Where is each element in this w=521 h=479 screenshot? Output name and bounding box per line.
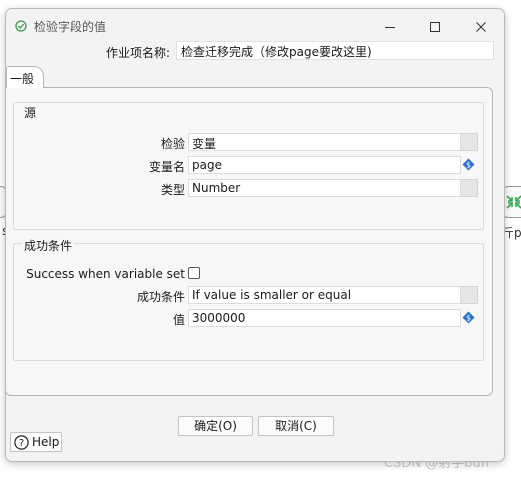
check-select[interactable]: 变量 [188, 133, 461, 151]
variable-name-label: 变量名 [148, 160, 185, 174]
success-when-variable-set-label: Success when variable set [26, 267, 185, 281]
success-group-legend: 成功条件 [22, 237, 75, 254]
source-group-legend: 源 [22, 104, 39, 121]
job-entry-name-label: 作业项名称: [106, 46, 171, 60]
title-bar[interactable]: 检验字段的值 [6, 9, 504, 45]
variable-insert-icon[interactable]: $ [462, 311, 475, 324]
job-entry-name-input[interactable]: 检查迁移完成（修改page要改这里) [176, 41, 494, 60]
svg-text:?: ? [19, 438, 24, 449]
variable-insert-icon[interactable]: $ [462, 158, 475, 171]
close-icon [476, 22, 486, 32]
help-button[interactable]: ? Help [10, 432, 62, 452]
value-input[interactable]: 3000000 [188, 309, 461, 327]
collapse-arrows-icon [506, 195, 521, 209]
close-button[interactable] [462, 15, 500, 39]
success-when-variable-set-checkbox[interactable] [188, 267, 200, 279]
check-dropdown-button[interactable] [461, 133, 478, 151]
success-condition-select[interactable]: If value is smaller or equal [188, 286, 461, 304]
help-icon: ? [14, 435, 29, 450]
maximize-button[interactable] [416, 15, 454, 39]
type-dropdown-button[interactable] [461, 179, 478, 197]
value-label: 值 [172, 313, 185, 327]
svg-text:$: $ [466, 160, 471, 169]
window-title: 检验字段的值 [34, 20, 107, 34]
tab-general-label: 一般 [10, 72, 35, 86]
success-condition-label: 成功条件 [136, 290, 185, 304]
help-button-label: Help [32, 435, 60, 449]
cancel-button[interactable]: 取消(C) [258, 416, 334, 436]
svg-text:$: $ [466, 313, 471, 322]
success-condition-dropdown-button[interactable] [461, 286, 478, 304]
maximize-icon [430, 22, 440, 32]
check-circle-icon [15, 20, 27, 32]
ok-button[interactable]: 确定(O) [178, 416, 253, 436]
type-select[interactable]: Number [188, 179, 461, 197]
check-label: 检验 [160, 137, 185, 151]
minimize-button[interactable] [371, 15, 409, 39]
tab-general[interactable]: 一般 [6, 66, 44, 88]
minimize-icon [385, 27, 395, 28]
variable-name-input[interactable]: page [188, 156, 461, 174]
type-label: 类型 [160, 183, 185, 197]
